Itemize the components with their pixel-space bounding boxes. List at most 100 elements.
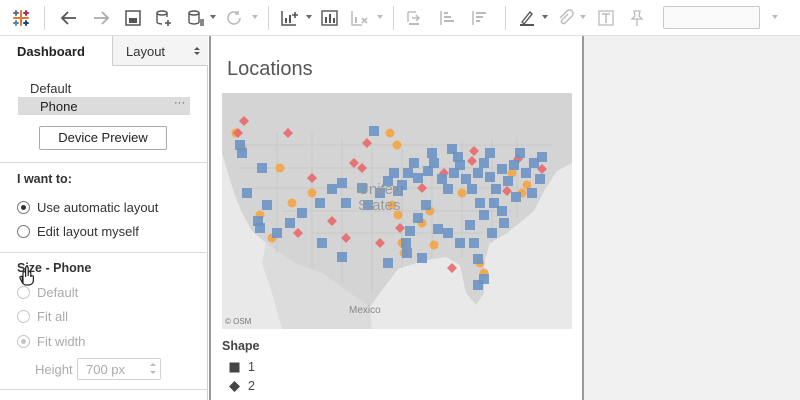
map-mark-square[interactable] (537, 152, 547, 162)
map-mark-square[interactable] (465, 220, 475, 230)
swap-icon[interactable] (402, 4, 426, 32)
map-mark-square[interactable] (389, 168, 399, 178)
map-mark-square[interactable] (443, 228, 453, 238)
map-mark-square[interactable] (497, 164, 507, 174)
refresh-icon[interactable] (222, 4, 246, 32)
map-mark-square[interactable] (499, 218, 509, 228)
map-mark-square[interactable] (479, 158, 489, 168)
map-mark-square[interactable] (491, 184, 501, 194)
map-mark-square[interactable] (515, 148, 525, 158)
map-mark-square[interactable] (453, 152, 463, 162)
map-mark-square[interactable] (485, 172, 495, 182)
redo-icon[interactable] (90, 4, 112, 32)
show-me-select[interactable] (663, 6, 760, 29)
radio-automatic-layout[interactable]: Use automatic layout (17, 199, 158, 215)
map-mark-square[interactable] (487, 228, 497, 238)
map-mark-circle[interactable] (429, 240, 439, 250)
map-mark-square[interactable] (497, 206, 507, 216)
map-mark-square[interactable] (511, 192, 521, 202)
map-mark-square[interactable] (475, 198, 485, 208)
map-mark-square[interactable] (317, 238, 327, 248)
map-mark-square[interactable] (469, 238, 479, 248)
map-mark-circle[interactable] (385, 128, 395, 138)
new-data-source-icon[interactable] (152, 4, 174, 32)
locations-map[interactable]: United States Mexico © OSM (222, 93, 572, 329)
height-input[interactable]: 700 px (77, 358, 161, 380)
map-mark-square[interactable] (437, 174, 447, 184)
device-preview-button[interactable]: Device Preview (39, 126, 167, 150)
new-worksheet-dropdown-icon[interactable] (306, 15, 312, 19)
map-mark-square[interactable] (535, 174, 545, 184)
map-mark-square[interactable] (297, 208, 307, 218)
map-mark-circle[interactable] (275, 163, 285, 173)
clear-icon[interactable] (348, 4, 372, 32)
map-mark-square[interactable] (257, 163, 267, 173)
label-icon[interactable] (594, 4, 618, 32)
map-mark-square[interactable] (461, 174, 471, 184)
device-default[interactable]: Default (30, 81, 71, 96)
radio-size-fit-width[interactable]: Fit width (17, 333, 85, 349)
legend-item-square[interactable]: 1 (229, 360, 255, 374)
new-worksheet-icon[interactable] (278, 4, 302, 32)
refresh-dropdown-icon[interactable] (252, 15, 258, 19)
radio-button[interactable] (17, 309, 30, 323)
show-me-dropdown-icon[interactable] (772, 15, 778, 19)
radio-size-default[interactable]: Default (17, 284, 78, 300)
map-mark-square[interactable] (403, 168, 413, 178)
map-mark-square[interactable] (413, 173, 423, 183)
map-mark-square[interactable] (413, 213, 423, 223)
radio-button[interactable] (17, 285, 30, 299)
map-mark-square[interactable] (315, 198, 325, 208)
more-options-icon[interactable]: ··· (174, 97, 185, 109)
radio-size-fit-all[interactable]: Fit all (17, 308, 68, 324)
map-mark-square[interactable] (337, 252, 347, 262)
map-mark-square[interactable] (409, 158, 419, 168)
height-stepper-icon[interactable] (150, 363, 156, 375)
map-mark-square[interactable] (455, 238, 465, 248)
map-mark-circle[interactable] (307, 188, 317, 198)
map-mark-square[interactable] (443, 184, 453, 194)
map-mark-square[interactable] (285, 218, 295, 228)
device-phone[interactable]: Phone ··· (18, 97, 190, 115)
tab-dashboard[interactable]: Dashboard (0, 36, 112, 66)
undo-icon[interactable] (58, 4, 80, 32)
map-mark-square[interactable] (255, 223, 265, 233)
tableau-logo-icon[interactable] (10, 4, 32, 32)
sort-ascending-icon[interactable] (436, 4, 460, 32)
map-mark-square[interactable] (427, 148, 437, 158)
map-mark-square[interactable] (242, 188, 252, 198)
map-mark-square[interactable] (473, 168, 483, 178)
map-mark-square[interactable] (369, 126, 379, 136)
group-dropdown-icon[interactable] (580, 15, 586, 19)
radio-button-selected[interactable] (17, 200, 30, 214)
map-mark-square[interactable] (467, 184, 477, 194)
map-mark-square[interactable] (405, 226, 415, 236)
save-icon[interactable] (122, 4, 144, 32)
clear-dropdown-icon[interactable] (377, 15, 383, 19)
tab-layout[interactable]: Layout (112, 36, 208, 66)
map-mark-square[interactable] (485, 148, 495, 158)
map-mark-square[interactable] (272, 228, 282, 238)
legend-item-diamond[interactable]: 2 (229, 379, 255, 393)
map-mark-square[interactable] (433, 224, 443, 234)
map-mark-square[interactable] (341, 198, 351, 208)
radio-button[interactable] (17, 224, 30, 238)
map-mark-square[interactable] (237, 148, 247, 158)
pause-updates-icon[interactable] (184, 4, 206, 32)
map-mark-square[interactable] (421, 200, 431, 210)
map-mark-square[interactable] (429, 158, 439, 168)
sort-descending-icon[interactable] (468, 4, 492, 32)
map-mark-square[interactable] (401, 238, 411, 248)
map-mark-square[interactable] (262, 200, 272, 210)
map-mark-circle[interactable] (392, 140, 402, 150)
map-mark-square[interactable] (337, 178, 347, 188)
highlight-dropdown-icon[interactable] (542, 15, 548, 19)
map-mark-square[interactable] (521, 168, 531, 178)
fix-axes-icon[interactable] (626, 4, 648, 32)
duplicate-icon[interactable] (318, 4, 342, 32)
group-icon[interactable] (554, 4, 576, 32)
map-mark-circle[interactable] (457, 188, 467, 198)
map-mark-square[interactable] (503, 176, 513, 186)
map-mark-square[interactable] (327, 184, 337, 194)
map-mark-square[interactable] (473, 280, 483, 290)
